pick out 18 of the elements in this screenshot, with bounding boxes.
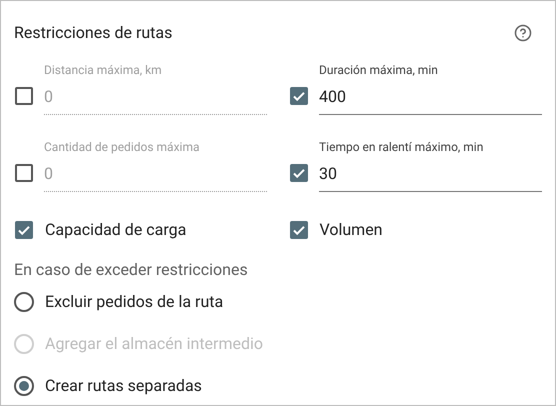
radio-label: Excluir pedidos de la ruta xyxy=(45,291,224,313)
checkbox[interactable] xyxy=(290,87,308,105)
checkbox[interactable] xyxy=(290,221,308,239)
radio-button[interactable] xyxy=(14,376,34,396)
checkbox[interactable] xyxy=(290,164,308,182)
checkbox[interactable] xyxy=(15,164,33,182)
radio-label: Agregar el almacén intermedio xyxy=(45,333,264,355)
section-title: Restricciones de rutas xyxy=(14,22,172,44)
checkbox-label: Capacidad de carga xyxy=(45,219,186,241)
number-field[interactable]: Duración máxima, min 400 xyxy=(319,61,542,115)
radio-label: Crear rutas separadas xyxy=(45,375,202,397)
checkbox-label: Volumen xyxy=(320,219,383,241)
number-field[interactable]: Tiempo en ralentí máximo, min 30 xyxy=(319,138,542,192)
radio-button[interactable] xyxy=(14,292,34,312)
checkbox[interactable] xyxy=(15,221,33,239)
options-heading: En caso de exceder restricciones xyxy=(14,259,249,281)
help-icon[interactable] xyxy=(514,24,532,42)
checkbox[interactable] xyxy=(15,87,33,105)
